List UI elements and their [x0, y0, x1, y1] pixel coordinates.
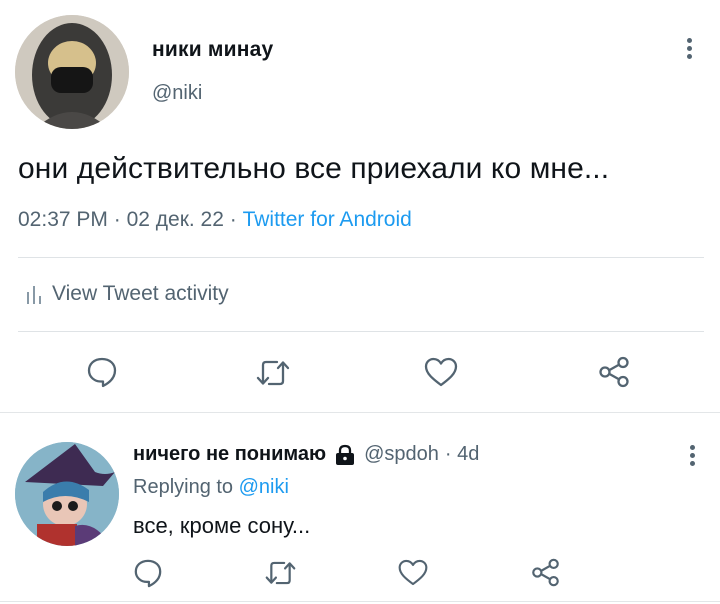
retweet-icon — [256, 360, 290, 386]
author-display-name[interactable]: ники минау — [152, 38, 273, 62]
comment-icon — [134, 559, 162, 588]
bar-chart-icon — [27, 286, 41, 304]
divider — [18, 257, 704, 258]
reply-retweet-button[interactable] — [264, 558, 297, 588]
reply-author-handle[interactable]: @spdoh — [364, 443, 439, 466]
reply-more-options-icon[interactable] — [688, 445, 696, 471]
section-divider — [0, 412, 720, 413]
reply-like-button[interactable] — [397, 558, 429, 587]
tweet-source-link[interactable]: Twitter for Android — [243, 208, 412, 231]
tweet-date: 02 дек. 22 — [126, 208, 224, 231]
more-options-icon[interactable] — [685, 38, 693, 64]
divider — [18, 331, 704, 332]
share-icon — [599, 356, 629, 388]
meta-separator: · — [107, 208, 127, 231]
replying-to-mention[interactable]: @niki — [239, 476, 289, 498]
view-tweet-activity-link[interactable]: View Tweet activity — [26, 282, 229, 306]
reply-text: все, кроме сону... — [133, 513, 311, 538]
like-button[interactable] — [423, 356, 459, 388]
activity-label: View Tweet activity — [52, 282, 229, 305]
reply-author-display-name[interactable]: ничего не понимаю — [133, 443, 326, 466]
retweet-icon — [265, 561, 296, 585]
author-handle[interactable]: @niki — [152, 82, 202, 105]
author-avatar[interactable] — [15, 15, 129, 129]
share-icon — [532, 558, 559, 587]
tweet-metadata: 02:37 PM · 02 дек. 22 · Twitter for Andr… — [18, 208, 412, 232]
replying-to-line: Replying to @niki — [133, 476, 289, 499]
reply-author-avatar[interactable] — [15, 442, 119, 546]
share-button[interactable] — [597, 356, 631, 388]
replying-prefix: Replying to — [133, 476, 239, 498]
tweet-time: 02:37 PM — [18, 208, 108, 231]
lock-icon — [336, 444, 355, 465]
reply-reply-button[interactable] — [133, 558, 163, 588]
reply-age: · 4d — [444, 443, 480, 465]
comment-icon — [87, 357, 117, 388]
reply-button[interactable] — [86, 356, 118, 388]
tweet-text: они действительно все приехали ко мне... — [18, 152, 610, 185]
reply-share-button[interactable] — [530, 558, 561, 587]
retweet-button[interactable] — [255, 357, 291, 389]
meta-separator: · — [223, 208, 243, 231]
heart-icon — [398, 559, 428, 586]
reply-author-line: ничего не понимаю @spdoh · 4d — [133, 443, 479, 466]
bottom-divider — [0, 601, 720, 602]
heart-icon — [424, 357, 458, 387]
